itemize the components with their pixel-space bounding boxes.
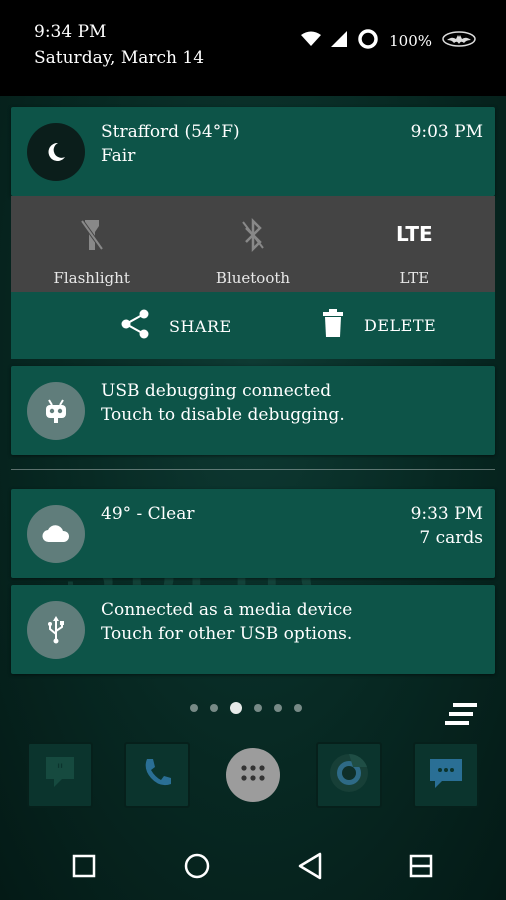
usb-debugging-subtitle: Touch to disable debugging. bbox=[101, 405, 345, 425]
usb-media-notification[interactable]: Connected as a media device Touch for ot… bbox=[11, 585, 495, 674]
android-head-icon bbox=[27, 382, 85, 440]
qs-label-flashlight: Flashlight bbox=[53, 269, 130, 287]
weather-title: Strafford (54°F) bbox=[101, 122, 240, 142]
dock-app-phone[interactable] bbox=[124, 742, 190, 808]
battery-percent: 100% bbox=[389, 32, 432, 50]
lte-icon: LTE bbox=[395, 222, 433, 246]
delete-label: DELETE bbox=[364, 315, 437, 335]
cell-signal-icon bbox=[331, 31, 348, 51]
clear-all-button[interactable] bbox=[443, 703, 479, 729]
recents-button[interactable] bbox=[68, 852, 100, 884]
page-dot[interactable] bbox=[294, 704, 302, 712]
dock-app-messenger[interactable] bbox=[413, 742, 479, 808]
app-drawer-button[interactable] bbox=[226, 748, 280, 802]
usb-debugging-notification[interactable]: USB debugging connected Touch to disable… bbox=[11, 366, 495, 455]
usb-media-subtitle: Touch for other USB options. bbox=[101, 624, 353, 644]
home-circle-icon bbox=[183, 852, 211, 884]
status-bar: 9:34 PM Saturday, March 14 100% bbox=[0, 0, 506, 96]
screenshot-actions: SHARE DELETE bbox=[11, 292, 495, 359]
page-dot[interactable] bbox=[254, 704, 262, 712]
share-label: SHARE bbox=[169, 316, 232, 336]
qs-tile-bluetooth[interactable]: Bluetooth bbox=[172, 196, 333, 292]
moon-icon bbox=[27, 123, 85, 181]
messenger-icon bbox=[426, 755, 466, 795]
flashlight-off-icon bbox=[79, 218, 105, 256]
delete-button[interactable]: DELETE bbox=[320, 308, 436, 342]
dock-app-chrome[interactable] bbox=[316, 742, 382, 808]
hangouts-icon: " bbox=[40, 753, 80, 797]
share-icon bbox=[119, 308, 151, 344]
phone-icon bbox=[140, 756, 174, 794]
clear-weather-time: 9:33 PM bbox=[410, 504, 483, 524]
qs-tile-lte[interactable]: LTE LTE bbox=[334, 196, 495, 292]
multiwindow-button[interactable] bbox=[405, 852, 437, 884]
back-triangle-icon bbox=[297, 852, 323, 884]
page-dot[interactable] bbox=[274, 704, 282, 712]
bluetooth-off-icon bbox=[240, 217, 266, 256]
clear-weather-notification[interactable]: 49° - Clear 9:33 PM 7 cards bbox=[11, 489, 495, 578]
app-drawer-icon bbox=[240, 764, 266, 786]
share-button[interactable]: SHARE bbox=[119, 308, 232, 344]
status-time: 9:34 PM bbox=[34, 22, 107, 42]
home-button[interactable] bbox=[181, 852, 213, 884]
cloud-icon bbox=[27, 505, 85, 563]
weather-time: 9:03 PM bbox=[410, 122, 483, 142]
battery-ring-icon bbox=[357, 28, 379, 54]
notification-divider bbox=[11, 469, 495, 470]
page-dot-active[interactable] bbox=[230, 702, 242, 714]
usb-icon bbox=[27, 601, 85, 659]
clear-weather-title: 49° - Clear bbox=[101, 504, 195, 524]
multiwindow-icon bbox=[409, 854, 433, 882]
clear-weather-count: 7 cards bbox=[419, 528, 483, 548]
clear-all-icon bbox=[443, 703, 479, 729]
page-dot[interactable] bbox=[210, 704, 218, 712]
qs-label-bluetooth: Bluetooth bbox=[215, 269, 291, 287]
home-page-indicator bbox=[190, 702, 302, 714]
chrome-icon bbox=[327, 751, 371, 799]
svg-text:": " bbox=[56, 760, 63, 779]
page-dot[interactable] bbox=[190, 704, 198, 712]
quick-settings-panel: Flashlight Bluetooth LTE LTE bbox=[11, 196, 495, 292]
navigation-bar bbox=[0, 834, 506, 900]
status-date: Saturday, March 14 bbox=[34, 48, 205, 68]
back-button[interactable] bbox=[294, 852, 326, 884]
qs-tile-flashlight[interactable]: Flashlight bbox=[11, 196, 172, 292]
recents-square-icon bbox=[72, 854, 96, 882]
status-icons: 100% bbox=[301, 28, 476, 54]
dock-app-hangouts[interactable]: " bbox=[27, 742, 93, 808]
app-dock: " bbox=[0, 742, 506, 812]
trash-icon bbox=[320, 308, 346, 342]
batman-icon bbox=[442, 31, 476, 51]
usb-media-title: Connected as a media device bbox=[101, 600, 353, 620]
usb-debugging-title: USB debugging connected bbox=[101, 381, 332, 401]
weather-subtitle: Fair bbox=[101, 146, 136, 166]
qs-label-lte: LTE bbox=[399, 269, 430, 287]
wifi-icon bbox=[301, 31, 322, 51]
weather-notification[interactable]: Strafford (54°F) Fair 9:03 PM bbox=[11, 107, 495, 196]
